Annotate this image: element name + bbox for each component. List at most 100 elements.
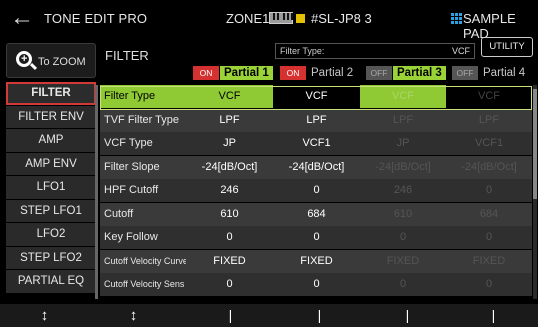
partial-4-value[interactable]: -24[dB/Oct]: [446, 155, 532, 179]
sidebar-item-amp-env[interactable]: AMP ENV: [6, 152, 96, 175]
partial-3-value[interactable]: LPF: [360, 108, 446, 132]
partial-1-header[interactable]: ON Partial 1: [193, 66, 273, 80]
tone-category-icon: [296, 14, 305, 23]
param-row-filter-slope[interactable]: Filter Slope -24[dB/Oct] -24[dB/Oct] -24…: [100, 155, 532, 179]
param-row-filter-type[interactable]: Filter Type VCF VCF VCF VCF: [100, 85, 532, 108]
partial-4-label: Partial 4: [483, 67, 526, 79]
param-name: Cutoff: [100, 202, 186, 226]
filter-type-key: Filter Type:: [280, 46, 325, 56]
to-zoom-label: To ZOOM: [38, 56, 86, 68]
knob-3-indicator[interactable]: |: [186, 304, 275, 327]
top-bar: ← TONE EDIT PRO ZONE1 #SL-JP8 3 SAMPLE P…: [0, 0, 538, 41]
zone-label: ZONE1: [226, 11, 270, 26]
knob-5-indicator[interactable]: |: [363, 304, 452, 327]
knob-4-indicator[interactable]: |: [275, 304, 364, 327]
partial-1-value[interactable]: FIXED: [186, 249, 273, 273]
partial-1-value[interactable]: JP: [186, 132, 273, 155]
partial-4-value[interactable]: VCF1: [446, 132, 532, 155]
sidebar-scrollbar[interactable]: [95, 85, 98, 299]
partial-4-value[interactable]: 684: [446, 202, 532, 226]
partial-1-label: Partial 1: [220, 66, 273, 80]
sidebar-item-amp[interactable]: AMP: [6, 129, 96, 152]
knob-6-indicator[interactable]: |: [449, 304, 538, 327]
partial-2-value[interactable]: -24[dB/Oct]: [273, 155, 360, 179]
partial-3-header[interactable]: OFF Partial 3: [366, 66, 446, 80]
partial-3-value[interactable]: -24[dB/Oct]: [360, 155, 446, 179]
partial-4-value[interactable]: 0: [446, 273, 532, 296]
partial-2-value[interactable]: FIXED: [273, 249, 360, 273]
partial-3-value[interactable]: 246: [360, 179, 446, 202]
partial-4-value[interactable]: VCF: [446, 85, 532, 108]
partial-2-header[interactable]: ON Partial 2: [280, 66, 360, 80]
param-name: Cutoff Velocity Sens: [100, 273, 186, 296]
knob-bar: ↕ ↕ | | | |: [0, 304, 538, 327]
to-zoom-button[interactable]: + To ZOOM: [6, 43, 96, 78]
param-name: Cutoff Velocity Curve: [100, 249, 186, 273]
table-scrollbar[interactable]: [533, 85, 537, 299]
partial-2-value[interactable]: 0: [273, 179, 360, 202]
partial-3-switch[interactable]: OFF: [366, 66, 392, 80]
partial-1-value[interactable]: 610: [186, 202, 273, 226]
partial-1-value[interactable]: 246: [186, 179, 273, 202]
app-title: TONE EDIT PRO: [44, 11, 148, 26]
sidebar-item-lfo2[interactable]: LFO2: [6, 223, 96, 246]
param-row-cutoff[interactable]: Cutoff 610 684 610 684: [100, 202, 532, 226]
partial-1-value[interactable]: 0: [186, 273, 273, 296]
partial-2-switch[interactable]: ON: [280, 66, 306, 80]
sidebar-item-filter[interactable]: FILTER: [6, 82, 96, 105]
partial-2-value[interactable]: VCF1: [273, 132, 360, 155]
partial-1-value[interactable]: -24[dB/Oct]: [186, 155, 273, 179]
partial-3-value[interactable]: FIXED: [360, 249, 446, 273]
param-row-hpf-cutoff[interactable]: HPF Cutoff 246 0 246 0: [100, 179, 532, 202]
param-name: Filter Type: [100, 85, 186, 108]
partial-4-value[interactable]: 0: [446, 226, 532, 249]
param-name: VCF Type: [100, 132, 186, 155]
scrollbar-thumb[interactable]: [533, 89, 537, 199]
partial-3-value[interactable]: 0: [360, 226, 446, 249]
partial-4-value[interactable]: 0: [446, 179, 532, 202]
page-title: FILTER: [105, 48, 149, 63]
partial-2-value[interactable]: 0: [273, 226, 360, 249]
partial-2-label: Partial 2: [311, 67, 354, 79]
partial-1-switch[interactable]: ON: [193, 66, 219, 80]
partial-1-value[interactable]: 0: [186, 226, 273, 249]
partial-2-value[interactable]: VCF: [273, 85, 360, 108]
partial-4-header[interactable]: OFF Partial 4: [452, 66, 534, 80]
back-arrow-icon[interactable]: ←: [10, 6, 34, 30]
param-row-cutoff-velocity-curve[interactable]: Cutoff Velocity Curve FIXED FIXED FIXED …: [100, 249, 532, 273]
keyboard-icon: [269, 12, 293, 24]
pad-grid-icon: [451, 13, 462, 24]
param-row-cutoff-velocity-sens[interactable]: Cutoff Velocity Sens 0 0 0 0: [100, 273, 532, 296]
partial-3-value[interactable]: VCF: [360, 85, 446, 108]
partial-2-value[interactable]: 0: [273, 273, 360, 296]
partial-3-value[interactable]: 610: [360, 202, 446, 226]
utility-button[interactable]: UTILITY: [481, 37, 533, 57]
partial-3-value[interactable]: 0: [360, 273, 446, 296]
partial-3-label: Partial 3: [393, 66, 446, 80]
parameter-table: Filter Type VCF VCF VCF VCF TVF Filter T…: [100, 85, 532, 297]
sidebar-item-step-lfo1[interactable]: STEP LFO1: [6, 199, 96, 222]
param-row-vcf-type[interactable]: VCF Type JP VCF1 JP VCF1: [100, 132, 532, 155]
partial-2-value[interactable]: 684: [273, 202, 360, 226]
partial-4-switch[interactable]: OFF: [452, 66, 478, 80]
partial-1-value[interactable]: LPF: [186, 108, 273, 132]
filter-type-value: VCF: [452, 46, 470, 56]
partial-1-value[interactable]: VCF: [186, 85, 273, 108]
knob-2-updown-icon[interactable]: ↕: [89, 304, 178, 327]
param-name: HPF Cutoff: [100, 179, 186, 202]
sidebar-item-partial-eq[interactable]: PARTIAL EQ: [6, 270, 96, 293]
param-name: TVF Filter Type: [100, 108, 186, 132]
param-row-key-follow[interactable]: Key Follow 0 0 0 0: [100, 226, 532, 249]
partial-4-value[interactable]: LPF: [446, 108, 532, 132]
sidebar: FILTER FILTER ENV AMP AMP ENV LFO1 STEP …: [6, 82, 96, 294]
param-row-tvf-filter-type[interactable]: TVF Filter Type LPF LPF LPF LPF: [100, 108, 532, 132]
tone-name[interactable]: #SL-JP8 3: [311, 11, 372, 26]
partial-4-value[interactable]: FIXED: [446, 249, 532, 273]
sidebar-item-filter-env[interactable]: FILTER ENV: [6, 105, 96, 128]
sidebar-item-step-lfo2[interactable]: STEP LFO2: [6, 246, 96, 269]
filter-type-display: Filter Type: VCF: [275, 43, 475, 59]
partial-2-value[interactable]: LPF: [273, 108, 360, 132]
sidebar-item-lfo1[interactable]: LFO1: [6, 176, 96, 199]
partial-3-value[interactable]: JP: [360, 132, 446, 155]
knob-1-updown-icon[interactable]: ↕: [0, 304, 89, 327]
